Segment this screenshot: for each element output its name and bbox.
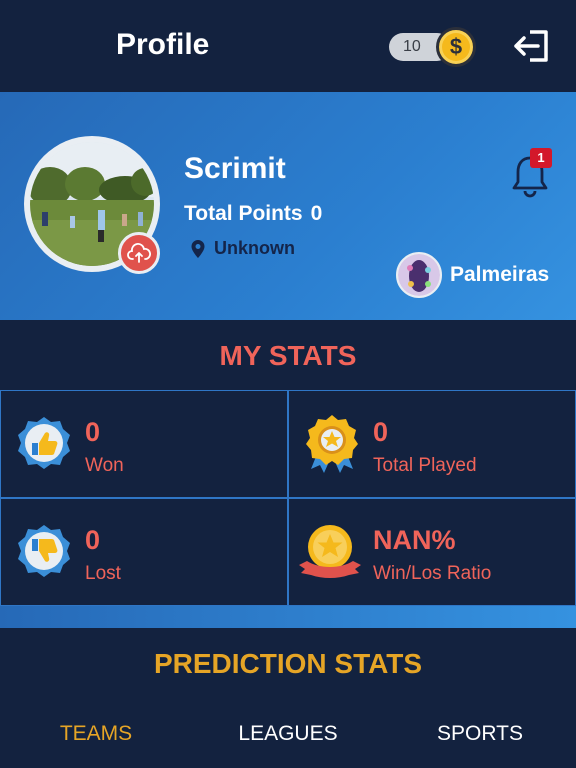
coin-balance[interactable]: 10 $ xyxy=(389,27,481,67)
stat-label: Lost xyxy=(85,563,121,584)
stat-label: Won xyxy=(85,455,124,476)
team-badge-icon xyxy=(396,252,442,298)
my-stats-title: MY STATS xyxy=(219,340,357,371)
stat-value: 0 xyxy=(85,417,101,447)
stat-value: NAN% xyxy=(373,525,456,555)
username: Scrimit xyxy=(184,152,286,185)
points-label: Total Points xyxy=(184,202,303,225)
ribbon-medal-icon xyxy=(297,521,363,583)
location-pin-icon xyxy=(191,239,205,258)
stat-value: 0 xyxy=(373,417,389,447)
prediction-tabs: TEAMS LEAGUES SPORTS xyxy=(0,722,576,752)
stat-win-loss-ratio: NAN% Win/Los Ratio xyxy=(288,498,576,606)
top-bar: Profile 10 $ xyxy=(0,0,576,92)
stat-total-played: 0 Total Played xyxy=(288,390,576,498)
stat-value: 0 xyxy=(85,525,101,555)
page-title: Profile xyxy=(116,28,210,61)
stat-label: Total Played xyxy=(373,455,477,476)
thumbs-down-badge-icon xyxy=(15,521,73,583)
logout-icon xyxy=(514,30,548,62)
total-points: Total Points 0 xyxy=(184,202,322,226)
upload-photo-button[interactable] xyxy=(118,232,160,274)
notifications-button[interactable]: 1 xyxy=(510,148,552,198)
logout-button[interactable] xyxy=(512,28,552,64)
tab-leagues[interactable]: LEAGUES xyxy=(192,722,384,746)
tab-sports[interactable]: SPORTS xyxy=(384,722,576,746)
star-medal-icon xyxy=(303,413,361,475)
team-name: Palmeiras xyxy=(450,263,550,286)
points-value: 0 xyxy=(310,202,323,225)
my-stats-grid: 0 Won 0 Total Played 0 Lost NAN% Win/Los… xyxy=(0,390,576,606)
section-divider xyxy=(0,606,576,628)
thumbs-up-badge-icon xyxy=(15,413,73,475)
stat-label: Win/Los Ratio xyxy=(373,563,492,584)
cloud-upload-icon xyxy=(127,243,151,263)
profile-banner: Scrimit Total Points 0 Unknown 1 Palmeir… xyxy=(0,92,576,320)
location-text: Unknown xyxy=(214,238,295,258)
notification-badge: 1 xyxy=(530,148,552,168)
stat-won: 0 Won xyxy=(0,390,288,498)
tab-teams[interactable]: TEAMS xyxy=(0,722,192,746)
coin-icon: $ xyxy=(436,27,476,67)
location: Unknown xyxy=(190,238,295,259)
prediction-stats-title: PREDICTION STATS xyxy=(153,648,423,679)
favorite-team[interactable]: Palmeiras xyxy=(396,252,549,298)
stat-lost: 0 Lost xyxy=(0,498,288,606)
